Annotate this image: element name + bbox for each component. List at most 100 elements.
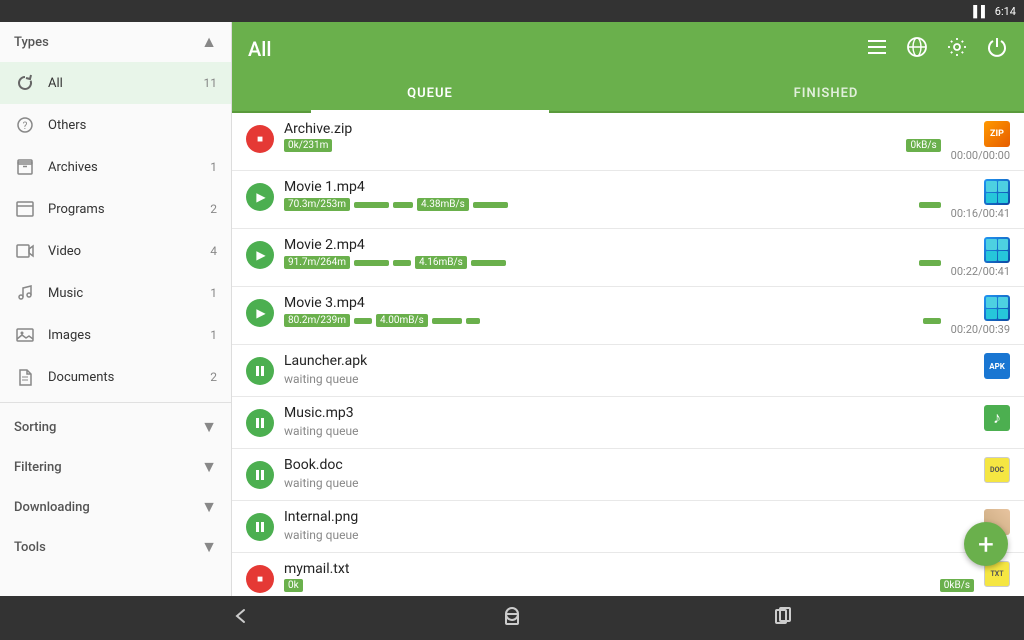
- progress-seg: [923, 318, 941, 324]
- progress-seg: [919, 202, 941, 208]
- sidebar-item-archives[interactable]: Archives 1: [0, 146, 231, 188]
- images-icon: [14, 324, 36, 346]
- progress-seg: [393, 260, 411, 266]
- list-item[interactable]: ▶ Movie 1.mp4 70.3m/253m 4.38mB/s: [232, 171, 1024, 229]
- sidebar-item-documents[interactable]: Documents 2: [0, 356, 231, 398]
- pause-icon: [246, 357, 274, 385]
- programs-count: 2: [210, 202, 217, 216]
- types-chevron-icon: ▲: [201, 32, 217, 52]
- dl-name: Music.mp3: [284, 405, 974, 421]
- sidebar-item-others[interactable]: ? Others: [0, 104, 231, 146]
- archives-label: Archives: [48, 160, 198, 175]
- signal-icon: ▌▌: [973, 5, 989, 18]
- sidebar-item-music[interactable]: Music 1: [0, 272, 231, 314]
- dl-info: Movie 3.mp4 80.2m/239m 4.00mB/s: [284, 295, 941, 327]
- home-button[interactable]: [481, 597, 543, 640]
- refresh-icon: [14, 72, 36, 94]
- waiting-label: waiting queue: [284, 528, 974, 542]
- progress-seg: [919, 260, 941, 266]
- page-title: All: [248, 37, 850, 61]
- archives-count: 1: [210, 160, 217, 174]
- speed-badge: 4.38mB/s: [417, 198, 469, 211]
- dl-name: Archive.zip: [284, 121, 941, 137]
- list-icon[interactable]: [866, 36, 888, 63]
- power-icon[interactable]: [986, 36, 1008, 63]
- dl-name: mymail.txt: [284, 561, 974, 577]
- size-badge: 91.7m/264m: [284, 256, 350, 269]
- list-item[interactable]: ■ Archive.zip 0k/231m 0kB/s ZIP 00:00/00…: [232, 113, 1024, 171]
- sidebar-item-programs[interactable]: Programs 2: [0, 188, 231, 230]
- dl-info: Book.doc waiting queue: [284, 457, 974, 490]
- tabs-bar: QUEUE FINISHED: [232, 76, 1024, 113]
- divider: [0, 402, 231, 403]
- file-type-icon: ZIP: [984, 121, 1010, 147]
- list-item[interactable]: Internal.png waiting queue: [232, 501, 1024, 553]
- sidebar-item-images[interactable]: Images 1: [0, 314, 231, 356]
- dl-info: Launcher.apk waiting queue: [284, 353, 974, 386]
- file-type-icon: [984, 237, 1010, 263]
- size-badge: 70.3m/253m: [284, 198, 350, 211]
- list-item[interactable]: Book.doc waiting queue DOC: [232, 449, 1024, 501]
- documents-count: 2: [210, 370, 217, 384]
- download-list: ■ Archive.zip 0k/231m 0kB/s ZIP 00:00/00…: [232, 113, 1024, 596]
- speed-badge: 0kB/s: [940, 579, 974, 592]
- status-bar: ▌▌ 6:14: [0, 0, 1024, 22]
- video-label: Video: [48, 244, 198, 259]
- list-item[interactable]: ▶ Movie 3.mp4 80.2m/239m 4.00mB/s: [232, 287, 1024, 345]
- filtering-section[interactable]: Filtering ▼: [0, 447, 231, 487]
- types-label: Types: [14, 35, 49, 50]
- downloading-label: Downloading: [14, 500, 90, 515]
- progress-seg: [354, 202, 389, 208]
- downloading-section[interactable]: Downloading ▼: [0, 487, 231, 527]
- back-button[interactable]: [210, 597, 272, 640]
- add-fab-button[interactable]: +: [964, 522, 1008, 566]
- sidebar: Types ▲ All 11 ? Others Archives 1: [0, 22, 232, 596]
- waiting-label: waiting queue: [284, 476, 974, 490]
- dl-name: Book.doc: [284, 457, 974, 473]
- tab-finished[interactable]: FINISHED: [628, 76, 1024, 111]
- file-type-icon: ♪: [984, 405, 1010, 431]
- list-item[interactable]: ▶ Movie 2.mp4 91.7m/264m 4.16mB/s: [232, 229, 1024, 287]
- sidebar-item-video[interactable]: Video 4: [0, 230, 231, 272]
- settings-icon[interactable]: [946, 36, 968, 63]
- pause-icon: [246, 513, 274, 541]
- documents-icon: [14, 366, 36, 388]
- size-badge: 0k/231m: [284, 139, 332, 152]
- stop-icon: ■: [246, 565, 274, 593]
- sorting-chevron-icon: ▼: [201, 417, 217, 437]
- tab-queue[interactable]: QUEUE: [232, 76, 628, 111]
- tools-section[interactable]: Tools ▼: [0, 527, 231, 567]
- size-badge: 0k: [284, 579, 303, 592]
- dl-time: 00:00/00:00: [951, 149, 1010, 162]
- svg-text:?: ?: [23, 121, 28, 132]
- downloading-chevron-icon: ▼: [201, 497, 217, 517]
- programs-icon: [14, 198, 36, 220]
- dl-time: 00:16/00:41: [951, 207, 1010, 220]
- speed-badge: 4.00mB/s: [376, 314, 428, 327]
- others-icon: ?: [14, 114, 36, 136]
- clock: 6:14: [995, 5, 1016, 18]
- list-item[interactable]: Music.mp3 waiting queue ♪: [232, 397, 1024, 449]
- progress-seg: [354, 318, 372, 324]
- file-type-icon: APK: [984, 353, 1010, 379]
- music-icon: [14, 282, 36, 304]
- progress-seg: [473, 202, 508, 208]
- globe-icon[interactable]: [906, 36, 928, 63]
- list-item[interactable]: Launcher.apk waiting queue APK: [232, 345, 1024, 397]
- waiting-label: waiting queue: [284, 424, 974, 438]
- play-icon: ▶: [246, 183, 274, 211]
- list-item[interactable]: ■ mymail.txt 0k 0kB/s TXT: [232, 553, 1024, 596]
- sidebar-item-all[interactable]: All 11: [0, 62, 231, 104]
- images-count: 1: [210, 328, 217, 342]
- dl-info: Archive.zip 0k/231m 0kB/s: [284, 121, 941, 152]
- documents-label: Documents: [48, 370, 198, 385]
- tools-label: Tools: [14, 540, 46, 555]
- others-label: Others: [48, 118, 205, 133]
- types-section-header[interactable]: Types ▲: [0, 22, 231, 62]
- archives-icon: [14, 156, 36, 178]
- sorting-section[interactable]: Sorting ▼: [0, 407, 231, 447]
- play-icon: ▶: [246, 299, 274, 327]
- images-label: Images: [48, 328, 198, 343]
- sorting-label: Sorting: [14, 420, 56, 435]
- recents-button[interactable]: [753, 597, 815, 640]
